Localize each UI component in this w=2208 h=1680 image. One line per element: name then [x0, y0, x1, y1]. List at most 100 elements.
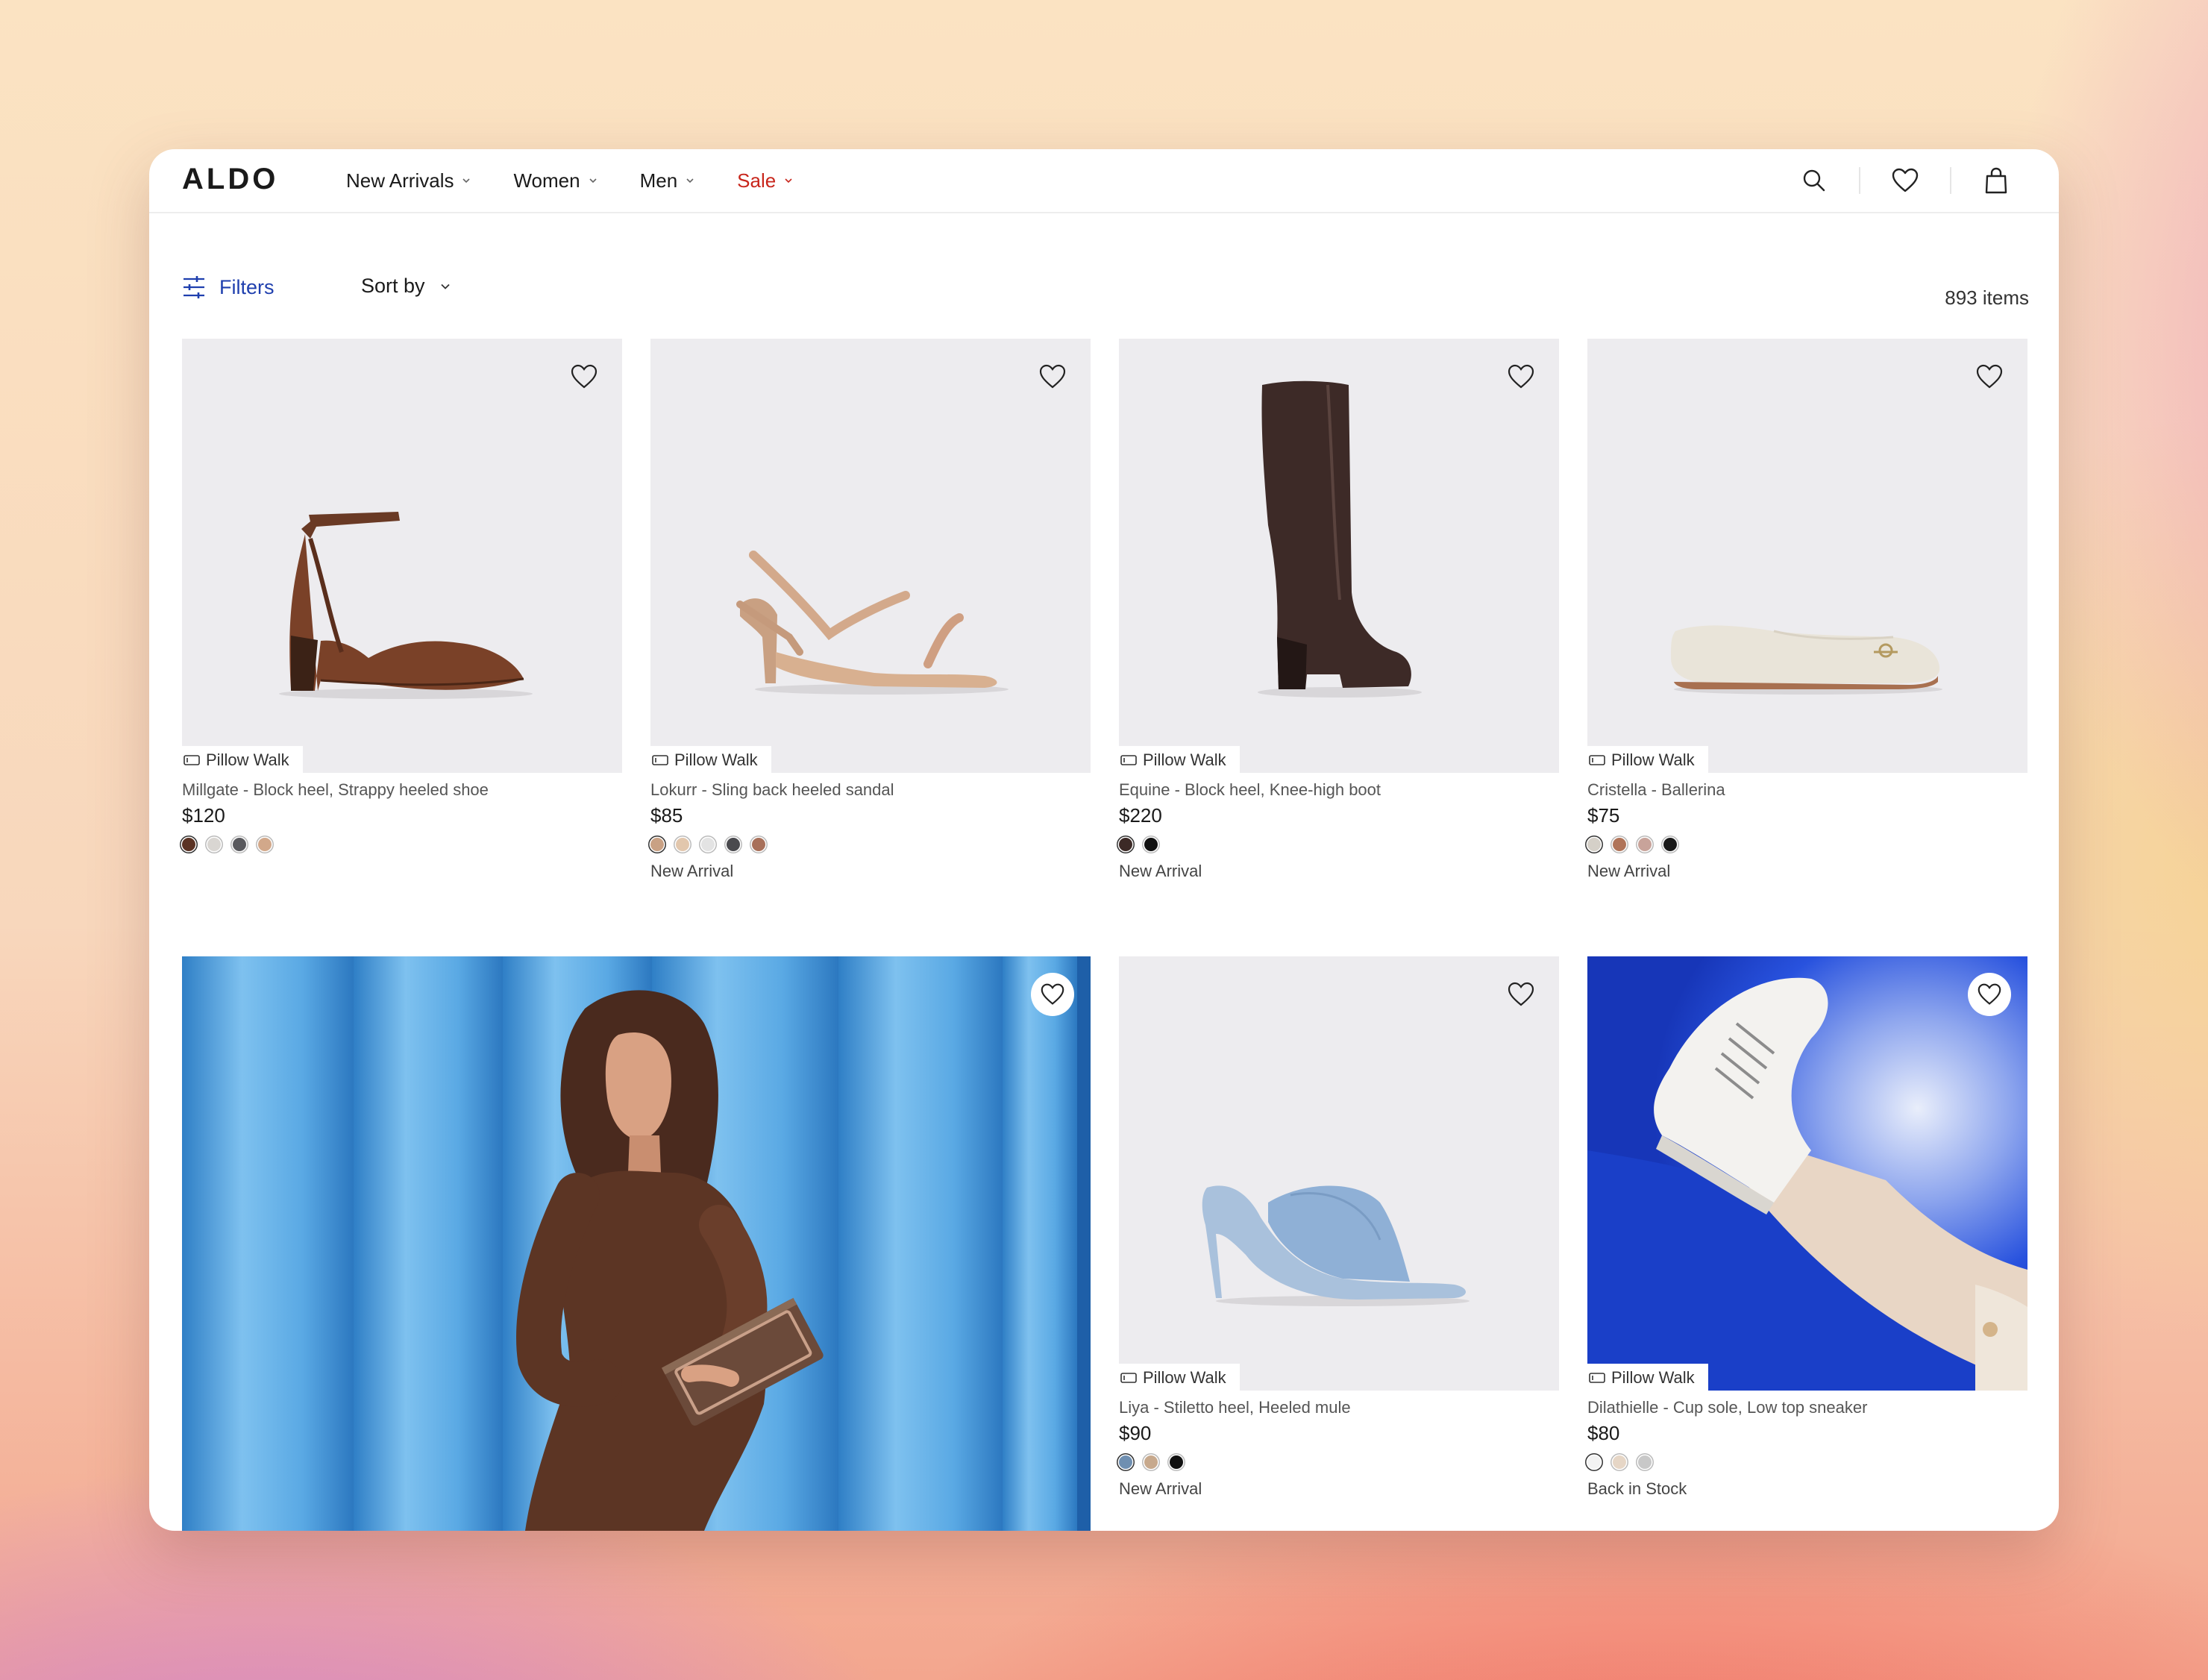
product-card[interactable]: Pillow Walk Cristella - Ballerina $75 Ne… — [1587, 339, 2027, 881]
product-image[interactable]: Pillow Walk — [650, 339, 1091, 773]
product-card[interactable]: Pillow Walk Equine - Block heel, Knee-hi… — [1119, 339, 1559, 881]
badge-label: Pillow Walk — [1143, 1368, 1226, 1387]
editorial-banner[interactable] — [182, 956, 1091, 1531]
wishlist-toggle[interactable] — [562, 355, 606, 398]
chevron-down-icon — [440, 283, 450, 289]
nav-new-arrivals[interactable]: New Arrivals — [346, 169, 471, 192]
color-swatch[interactable] — [1587, 1455, 1601, 1469]
header-actions — [1793, 160, 2017, 201]
product-card[interactable]: Pillow Walk Lokurr - Sling back heeled s… — [650, 339, 1091, 881]
ballerina-flat-image — [1671, 625, 1942, 695]
sneaker-image — [1587, 956, 2027, 1391]
product-name[interactable]: Equine - Block heel, Knee-high boot — [1119, 780, 1559, 800]
wishlist-toggle[interactable] — [1968, 973, 2011, 1016]
wishlist-toggle[interactable] — [1499, 973, 1543, 1016]
badge-label: Pillow Walk — [206, 750, 289, 769]
product-price: $75 — [1587, 804, 1620, 827]
filters-button[interactable]: Filters — [182, 275, 275, 300]
color-swatch[interactable] — [1144, 838, 1158, 851]
wishlist-toggle[interactable] — [1968, 355, 2011, 398]
product-name[interactable]: Liya - Stiletto heel, Heeled mule — [1119, 1398, 1559, 1417]
badge-label: Pillow Walk — [1611, 1368, 1695, 1387]
color-swatch[interactable] — [1119, 838, 1132, 851]
product-price: $220 — [1119, 804, 1162, 827]
product-price: $80 — [1587, 1422, 1620, 1444]
nav-label: Sale — [737, 169, 777, 192]
color-swatches — [650, 838, 1091, 851]
color-swatch[interactable] — [182, 838, 195, 851]
sliders-icon — [184, 276, 204, 298]
color-swatch[interactable] — [1119, 1455, 1132, 1469]
pillow-walk-badge: Pillow Walk — [1587, 746, 1708, 773]
divider — [1859, 167, 1860, 194]
wishlist-button[interactable] — [1884, 160, 1926, 201]
nav-label: New Arrivals — [346, 169, 454, 192]
nav-women[interactable]: Women — [513, 169, 598, 192]
color-swatch[interactable] — [1638, 838, 1652, 851]
color-swatch[interactable] — [727, 838, 740, 851]
product-price: $120 — [182, 804, 225, 827]
color-swatch[interactable] — [676, 838, 689, 851]
color-swatch[interactable] — [650, 838, 664, 851]
nav-men[interactable]: Men — [640, 169, 696, 192]
heart-icon — [571, 364, 598, 389]
color-swatches — [1587, 838, 2027, 851]
badge-label: Pillow Walk — [1611, 750, 1695, 769]
color-swatch[interactable] — [1587, 838, 1601, 851]
product-card[interactable]: Pillow Walk Millgate - Block heel, Strap… — [182, 339, 622, 851]
site-header: ALDO New Arrivals Women Men Sale — [149, 149, 2059, 213]
pillow-walk-icon — [1589, 755, 1605, 765]
wishlist-toggle[interactable] — [1031, 973, 1074, 1016]
product-image[interactable]: Pillow Walk — [1587, 339, 2027, 773]
product-image[interactable]: Pillow Walk — [1119, 339, 1559, 773]
product-image[interactable]: Pillow Walk — [1587, 956, 2027, 1391]
heeled-shoe-image — [279, 512, 533, 699]
heart-icon — [1508, 364, 1534, 389]
main-nav: New Arrivals Women Men Sale — [346, 149, 835, 212]
color-swatches — [182, 838, 622, 851]
product-status: New Arrival — [1587, 862, 1671, 880]
product-name[interactable]: Dilathielle - Cup sole, Low top sneaker — [1587, 1398, 2027, 1417]
product-card[interactable]: Pillow Walk Dilathielle - Cup sole, Low … — [1587, 956, 2027, 1499]
color-swatch[interactable] — [258, 838, 272, 851]
badge-label: Pillow Walk — [1143, 750, 1226, 769]
color-swatch[interactable] — [1663, 838, 1677, 851]
product-name[interactable]: Cristella - Ballerina — [1587, 780, 2027, 800]
wishlist-toggle[interactable] — [1499, 355, 1543, 398]
chevron-down-icon — [785, 178, 792, 184]
nav-sale[interactable]: Sale — [737, 169, 794, 192]
product-name[interactable]: Lokurr - Sling back heeled sandal — [650, 780, 1091, 800]
pillow-walk-icon — [1120, 755, 1137, 765]
product-image[interactable]: Pillow Walk — [1119, 956, 1559, 1391]
color-swatches — [1587, 1455, 2027, 1469]
product-card[interactable]: Pillow Walk Liya - Stiletto heel, Heeled… — [1119, 956, 1559, 1499]
color-swatch[interactable] — [1170, 1455, 1183, 1469]
sort-by-dropdown[interactable]: Sort by — [361, 275, 452, 298]
product-status: New Arrival — [650, 862, 734, 880]
bag-icon — [1985, 167, 2007, 194]
color-swatch[interactable] — [701, 838, 715, 851]
product-name[interactable]: Millgate - Block heel, Strappy heeled sh… — [182, 780, 622, 800]
color-swatch[interactable] — [1613, 838, 1626, 851]
item-count: 893 items — [1945, 286, 2029, 309]
color-swatch[interactable] — [752, 838, 765, 851]
bag-button[interactable] — [1975, 160, 2017, 201]
filters-label: Filters — [219, 275, 275, 298]
aldo-logo[interactable]: ALDO — [182, 163, 278, 196]
search-button[interactable] — [1793, 160, 1835, 201]
pillow-walk-icon — [184, 755, 200, 765]
color-swatch[interactable] — [1144, 1455, 1158, 1469]
color-swatch[interactable] — [1638, 1455, 1652, 1469]
color-swatch[interactable] — [207, 838, 221, 851]
heart-icon — [1978, 983, 2001, 1005]
pillow-walk-icon — [1120, 1373, 1137, 1383]
product-image[interactable]: Pillow Walk — [182, 339, 622, 773]
sandal-image — [736, 551, 1009, 695]
heart-icon — [1892, 168, 1919, 192]
heeled-mule-image — [1202, 1185, 1470, 1306]
color-swatch[interactable] — [1613, 1455, 1626, 1469]
wishlist-toggle[interactable] — [1031, 355, 1074, 398]
product-price: $90 — [1119, 1422, 1152, 1444]
nav-label: Women — [513, 169, 580, 192]
color-swatch[interactable] — [233, 838, 246, 851]
